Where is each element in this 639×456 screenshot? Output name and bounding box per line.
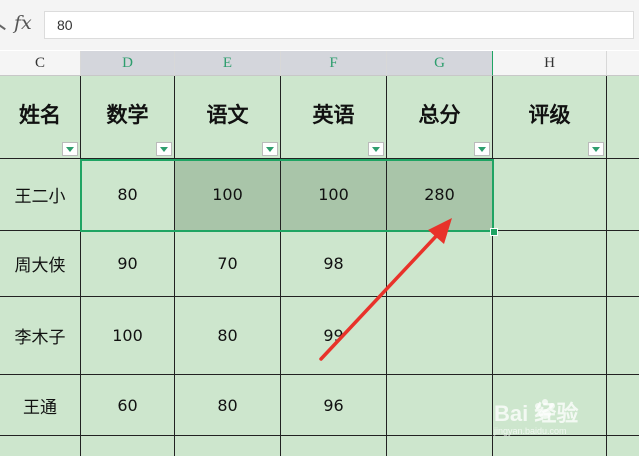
arrow-shaft xyxy=(319,230,442,361)
annotation-arrow xyxy=(319,218,452,361)
watermark-subtext: jingyan.baidu.com xyxy=(494,426,567,436)
watermark-text: Bai 经验 xyxy=(494,401,579,426)
